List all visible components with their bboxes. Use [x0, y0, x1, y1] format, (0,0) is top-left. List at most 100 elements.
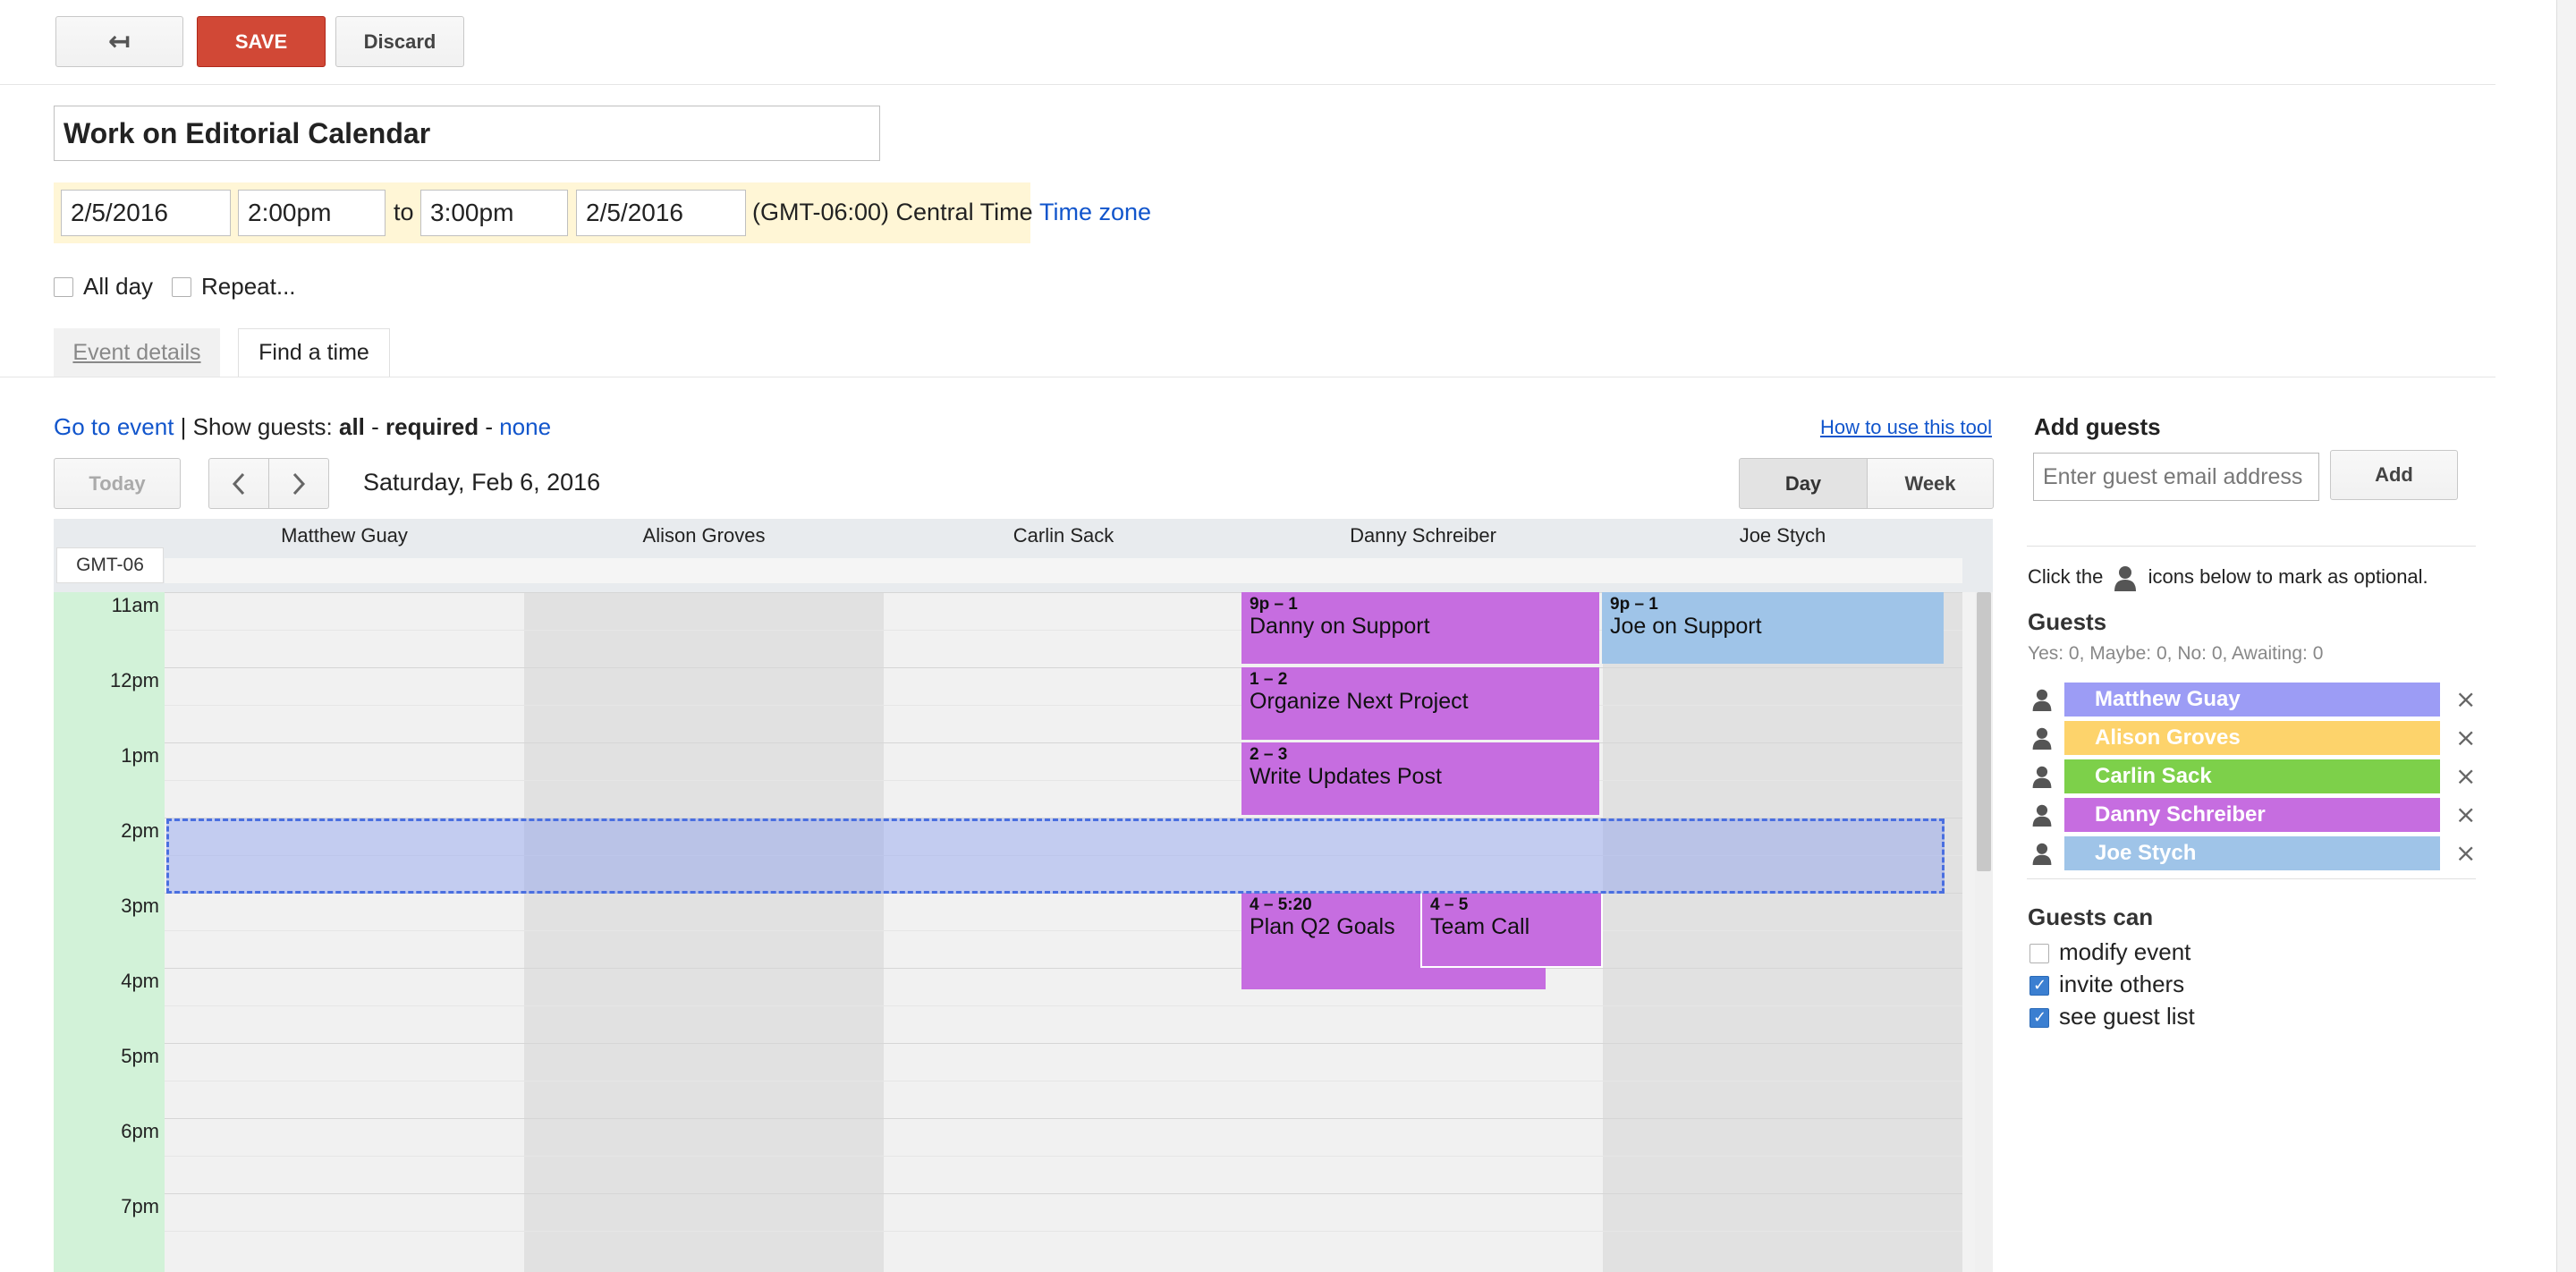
person-icon[interactable]: [2030, 763, 2054, 790]
hour-label: 2pm: [121, 819, 159, 842]
prev-day-button[interactable]: [208, 458, 269, 509]
hour-line: [165, 1043, 1962, 1044]
timezone-link[interactable]: Time zone: [1039, 199, 1151, 226]
modify-event-checkbox[interactable]: [2029, 944, 2049, 963]
event-name: Danny on Support: [1250, 614, 1430, 639]
event-time: 2 – 3: [1250, 745, 1288, 764]
start-date-input[interactable]: 2/5/2016: [61, 190, 231, 236]
hour-line: [165, 1193, 1962, 1194]
remove-guest-icon[interactable]: ×: [2455, 684, 2476, 714]
end-date-input[interactable]: 2/5/2016: [576, 190, 746, 236]
guest-email-placeholder: Enter guest email address: [2043, 463, 2303, 489]
hour-line: [165, 1118, 1962, 1119]
remove-guest-icon[interactable]: ×: [2455, 723, 2476, 752]
add-guest-button[interactable]: Add: [2330, 450, 2458, 500]
back-button[interactable]: ↤: [55, 16, 183, 67]
hour-label: 11am: [111, 594, 159, 616]
guest-row: Joe Stych ×: [2023, 836, 2488, 870]
hour-label: 3pm: [121, 895, 159, 917]
back-arrow-icon: ↤: [107, 26, 131, 57]
repeat-checkbox[interactable]: [172, 277, 191, 297]
event-title-input[interactable]: Work on Editorial Calendar: [54, 106, 880, 161]
to-label: to: [394, 199, 414, 225]
guest-name: Danny Schreiber: [2064, 798, 2440, 832]
today-button[interactable]: Today: [54, 458, 181, 509]
person-icon[interactable]: [2030, 686, 2054, 713]
how-to-use-link[interactable]: How to use this tool: [1820, 416, 1992, 439]
discard-button[interactable]: Discard: [335, 16, 464, 67]
see-guest-list-checkbox[interactable]: [2029, 1008, 2049, 1028]
column-joe: [1603, 592, 1962, 1272]
timezone-label: GMT-06: [76, 555, 144, 575]
invite-others-checkbox[interactable]: [2029, 976, 2049, 996]
event-name: Write Updates Post: [1250, 764, 1442, 789]
column-header-alison: Alison Groves: [642, 524, 766, 547]
guest-row: Carlin Sack ×: [2023, 759, 2488, 793]
tab-event-details-label: Event details: [72, 339, 201, 365]
event-time: 9p – 1: [1250, 595, 1298, 614]
guest-name: Matthew Guay: [2064, 683, 2440, 717]
event-name: Organize Next Project: [1250, 689, 1469, 714]
event-time: 9p – 1: [1610, 595, 1658, 614]
show-required-option[interactable]: required: [386, 413, 479, 440]
person-icon[interactable]: [2030, 801, 2054, 828]
event-time: 1 – 2: [1250, 670, 1288, 689]
week-view-button[interactable]: Week: [1867, 458, 1994, 509]
hour-label: 1pm: [121, 744, 159, 767]
all-day-checkbox[interactable]: [54, 277, 73, 297]
go-to-event-link[interactable]: Go to event: [54, 413, 174, 440]
hour-label: 12pm: [109, 669, 159, 691]
tab-find-a-time-label: Find a time: [258, 340, 369, 365]
modify-event-label: modify event: [2059, 938, 2191, 965]
remove-guest-icon[interactable]: ×: [2455, 761, 2476, 791]
next-day-button[interactable]: [268, 458, 329, 509]
invite-others-label: invite others: [2059, 971, 2185, 997]
half-hour-line: [165, 1005, 1962, 1006]
repeat-label: Repeat...: [201, 273, 296, 300]
hour-label: 6pm: [121, 1120, 159, 1142]
column-matthew: [165, 592, 525, 1272]
guest-email-input[interactable]: Enter guest email address: [2033, 453, 2319, 501]
tab-event-details[interactable]: Event details: [54, 328, 220, 377]
event-team-call[interactable]: 4 – 5 Team Call: [1420, 893, 1603, 968]
selected-time-slot[interactable]: [166, 818, 1945, 894]
window-scrollbar[interactable]: [2556, 0, 2576, 1272]
timezone-box: GMT-06: [56, 547, 164, 583]
guest-name: Carlin Sack: [2064, 759, 2440, 793]
divider: [0, 84, 2496, 85]
hour-label: 5pm: [121, 1045, 159, 1067]
all-day-label: All day: [83, 273, 154, 300]
guest-name: Alison Groves: [2064, 721, 2440, 755]
scrollbar-thumb[interactable]: [1977, 592, 1991, 871]
column-alison: [524, 592, 885, 1272]
end-time-input[interactable]: 3:00pm: [420, 190, 568, 236]
guest-row: Alison Groves ×: [2023, 721, 2488, 755]
show-none-option[interactable]: none: [499, 413, 551, 440]
optional-hint-start: Click the: [2028, 564, 2104, 588]
show-all-option[interactable]: all: [339, 413, 365, 440]
remove-guest-icon[interactable]: ×: [2455, 800, 2476, 829]
half-hour-line: [165, 780, 1962, 781]
person-icon[interactable]: [2030, 725, 2054, 751]
save-button[interactable]: SAVE: [197, 16, 326, 67]
allday-row: [165, 558, 1962, 583]
hour-line: [165, 742, 1962, 743]
timezone-text: (GMT-06:00) Central Time: [752, 199, 1033, 225]
event-name: Team Call: [1430, 914, 1530, 939]
start-time-input[interactable]: 2:00pm: [238, 190, 386, 236]
person-icon: [2114, 566, 2137, 591]
tab-find-a-time[interactable]: Find a time: [238, 328, 390, 377]
event-joe-on-support[interactable]: 9p – 1 Joe on Support: [1602, 592, 1944, 664]
remove-guest-icon[interactable]: ×: [2455, 838, 2476, 868]
column-header-matthew: Matthew Guay: [281, 524, 408, 547]
day-view-button[interactable]: Day: [1739, 458, 1868, 509]
half-hour-line: [165, 1231, 1962, 1232]
guests-can-title: Guests can: [2028, 903, 2154, 930]
event-organize-next-project[interactable]: 1 – 2 Organize Next Project: [1241, 667, 1599, 740]
grid-scrollbar[interactable]: [1975, 592, 1993, 1272]
event-write-updates-post[interactable]: 2 – 3 Write Updates Post: [1241, 742, 1599, 815]
person-icon[interactable]: [2030, 840, 2054, 867]
half-hour-line: [165, 1156, 1962, 1157]
event-name: Joe on Support: [1610, 614, 1762, 639]
event-danny-on-support[interactable]: 9p – 1 Danny on Support: [1241, 592, 1599, 664]
